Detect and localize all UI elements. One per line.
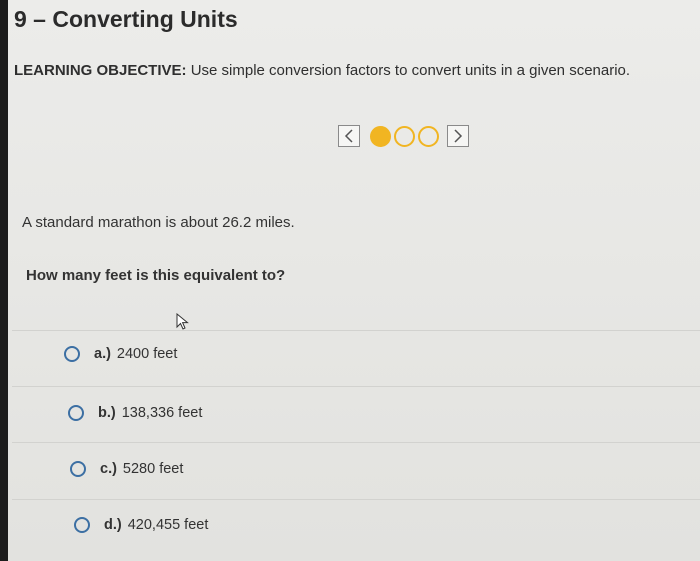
radio-button-d[interactable] [74,517,90,533]
radio-button-a[interactable] [64,346,80,362]
next-question-button[interactable] [447,125,469,147]
chevron-left-icon [344,129,353,143]
radio-button-b[interactable] [68,405,84,421]
screen-left-edge [0,0,8,561]
objective-label: LEARNING OBJECTIVE: [14,62,187,79]
objective-text: Use simple conversion factors to convert… [190,62,631,79]
answer-option-b[interactable]: b.) 138,336 feet [68,405,202,421]
pager-dot-3[interactable] [418,125,439,147]
page-title: 9 – Converting Units [14,6,238,32]
chevron-right-icon [454,129,463,143]
pager-dot-current[interactable] [370,125,391,147]
radio-button-c[interactable] [70,461,86,477]
question-text: How many feet is this equivalent to? [26,267,286,284]
divider [12,499,700,500]
answer-option-a[interactable]: a.) 2400 feet [64,346,177,362]
pager-dot-2[interactable] [394,125,415,147]
answer-option-d[interactable]: d.) 420,455 feet [74,517,208,533]
divider [12,330,700,331]
answer-option-c[interactable]: c.) 5280 feet [70,461,183,477]
divider [12,386,700,387]
question-pager [338,124,469,148]
prev-question-button[interactable] [338,125,360,147]
learning-objective: LEARNING OBJECTIVE: Use simple conversio… [14,62,630,79]
divider [12,442,700,443]
question-prompt: A standard marathon is about 26.2 miles. [22,214,295,231]
mouse-cursor-icon [176,312,190,336]
